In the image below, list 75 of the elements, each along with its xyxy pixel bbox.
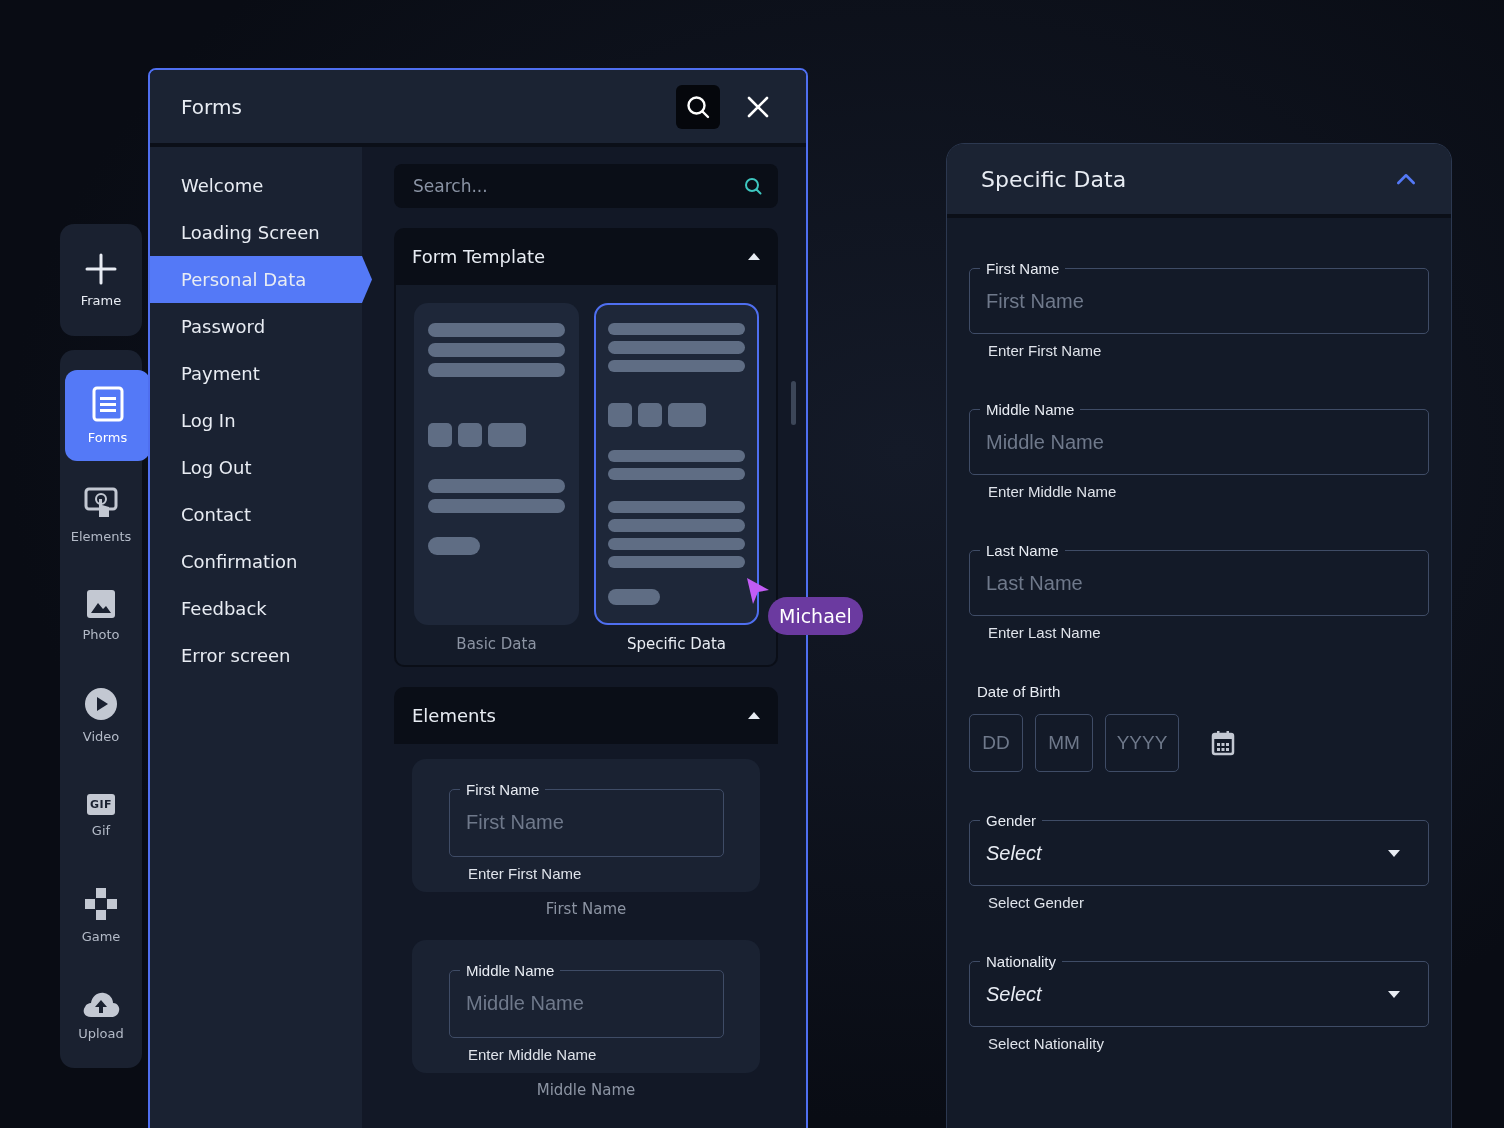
menu-item[interactable]: Password xyxy=(150,303,362,350)
search-field[interactable]: Search... xyxy=(394,164,778,208)
tool-item[interactable]: Upload xyxy=(60,970,142,1061)
text-input[interactable]: Last Name xyxy=(986,559,1412,607)
pointer-icon xyxy=(745,576,771,606)
tool-item[interactable]: Game xyxy=(60,870,142,961)
scrollbar-thumb[interactable] xyxy=(791,381,796,425)
search-icon xyxy=(744,177,762,195)
helper-text: Select Gender xyxy=(987,893,1085,911)
element-card[interactable]: Middle Name Middle Name Enter Middle Name xyxy=(412,940,760,1073)
tool-item[interactable]: Photo xyxy=(60,570,142,661)
tool-item[interactable]: GIF Gif xyxy=(60,770,142,861)
tool-item[interactable]: Elements xyxy=(60,470,142,561)
menu-item[interactable]: Feedback xyxy=(150,585,362,632)
helper-text: Enter Last Name xyxy=(987,623,1102,641)
caret-icon xyxy=(748,712,760,719)
search-input[interactable]: Search... xyxy=(411,175,736,197)
text-input[interactable]: Middle Name xyxy=(986,418,1412,466)
element-caption: Middle Name xyxy=(535,1080,637,1101)
menu-item[interactable]: Log Out xyxy=(150,444,362,491)
menu-item[interactable]: Confirmation xyxy=(150,538,362,585)
menu-item[interactable]: Loading Screen xyxy=(150,209,362,256)
plus-icon xyxy=(85,252,117,285)
text-input[interactable]: First Name xyxy=(466,798,707,846)
field-label: Date of Birth xyxy=(976,683,1062,700)
gif-icon: GIF xyxy=(86,793,116,815)
caret-icon xyxy=(748,253,760,260)
menu-item[interactable]: Log In xyxy=(150,397,362,444)
menu-item[interactable]: Contact xyxy=(150,491,362,538)
template-label: Basic Data xyxy=(456,635,537,653)
date-part-field[interactable]: YYYY xyxy=(1105,714,1179,772)
date-part-field[interactable]: DD xyxy=(969,714,1023,772)
helper-text: Enter Middle Name xyxy=(467,1045,598,1063)
section-header[interactable]: Elements xyxy=(394,687,778,744)
menu-item[interactable]: Welcome xyxy=(150,162,362,209)
close-icon xyxy=(747,95,769,118)
tool-item[interactable]: Video xyxy=(60,670,142,761)
calendar-icon[interactable] xyxy=(1211,730,1235,756)
gamepad-cross-icon xyxy=(84,887,118,921)
form-icon xyxy=(91,386,124,422)
helper-text: Enter First Name xyxy=(467,864,583,882)
text-field[interactable]: Middle Name Middle Name xyxy=(449,962,724,1038)
template-label: Specific Data xyxy=(627,635,726,653)
caret-icon xyxy=(1388,990,1400,998)
template-thumbnail[interactable] xyxy=(414,303,579,625)
window-title: Forms xyxy=(181,94,243,119)
collaborator-tag: Michael xyxy=(768,597,863,635)
element-caption: First Name xyxy=(544,899,628,920)
play-icon xyxy=(84,687,118,721)
text-field[interactable]: Middle Name Middle Name xyxy=(969,401,1429,475)
tool-item[interactable]: Forms xyxy=(65,370,150,461)
text-field[interactable]: First Name First Name xyxy=(449,781,724,857)
panel-title: Specific Data xyxy=(981,166,1128,192)
collapse-button[interactable] xyxy=(1395,172,1417,186)
template-thumbnail[interactable] xyxy=(594,303,759,625)
search-icon xyxy=(686,94,710,119)
dropdown-field[interactable]: Gender Select xyxy=(969,812,1429,886)
section-header[interactable]: Form Template xyxy=(394,228,778,285)
menu-item[interactable]: Payment xyxy=(150,350,362,397)
helper-text: Enter First Name xyxy=(987,341,1103,359)
search-button[interactable] xyxy=(676,84,720,129)
chevron-icon xyxy=(1395,172,1417,186)
add-frame-button[interactable]: Frame xyxy=(60,224,142,336)
caret-icon xyxy=(1388,849,1400,857)
menu-item[interactable]: Error screen xyxy=(150,632,362,679)
text-input[interactable]: First Name xyxy=(986,277,1412,325)
helper-text: Enter Middle Name xyxy=(987,482,1118,500)
cloud-upload-icon xyxy=(81,990,121,1018)
text-field[interactable]: First Name First Name xyxy=(969,260,1429,334)
helper-text: Select Nationality xyxy=(987,1034,1105,1052)
image-icon xyxy=(86,589,116,619)
dropdown-field[interactable]: Nationality Select xyxy=(969,953,1429,1027)
text-input[interactable]: Middle Name xyxy=(466,979,707,1027)
element-card[interactable]: First Name First Name Enter First Name xyxy=(412,759,760,892)
date-part-field[interactable]: MM xyxy=(1035,714,1093,772)
